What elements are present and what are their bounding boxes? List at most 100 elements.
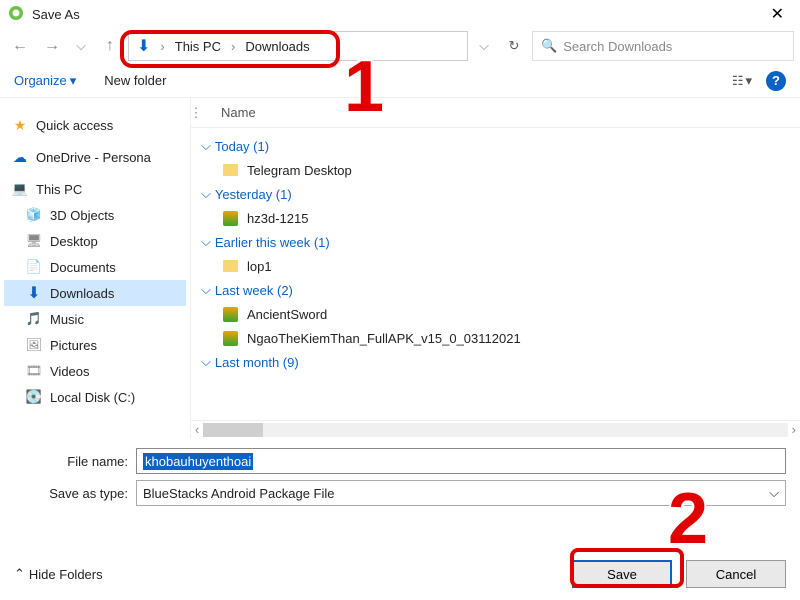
file-name: lop1	[247, 259, 272, 274]
new-folder-button[interactable]: New folder	[104, 73, 166, 88]
sidebar-item-music[interactable]: 🎵 Music	[4, 306, 186, 332]
up-button[interactable]: ↑	[96, 32, 124, 60]
organize-menu[interactable]: Organize ▾	[14, 73, 76, 89]
sidebar-item-videos[interactable]: 🎞 Videos	[4, 358, 186, 384]
file-group-label: Yesterday (1)	[215, 187, 292, 202]
recent-locations-dropdown[interactable]: ⌵	[70, 38, 92, 54]
save-as-type-dropdown[interactable]: BlueStacks Android Package File ⌵	[136, 480, 786, 506]
downloads-icon: ⬇	[26, 285, 42, 301]
sidebar-item-documents[interactable]: 📄Documents	[4, 254, 186, 280]
file-name: NgaoTheKiemThan_FullAPK_v15_0_03112021	[247, 331, 521, 346]
chevron-down-icon: ⌵	[201, 138, 211, 154]
filename-input[interactable]: khobauhuyenthoai	[136, 448, 786, 474]
sidebar-item-label: OneDrive - Persona	[36, 150, 151, 165]
sidebar-item-label: Desktop	[50, 234, 98, 249]
music-icon: 🎵	[26, 311, 42, 327]
sidebar-item-desktop[interactable]: 🖥 Desktop	[4, 228, 186, 254]
apk-icon	[221, 305, 239, 323]
search-icon: 🔍	[541, 38, 557, 54]
chevron-down-icon: ⌵	[201, 282, 211, 298]
search-placeholder: Search Downloads	[563, 39, 672, 54]
desktop-icon: 🖥	[26, 233, 42, 249]
local-disk-c--icon: 💽	[26, 389, 42, 405]
back-button[interactable]: ←	[6, 32, 34, 60]
file-item[interactable]: Telegram Desktop	[199, 158, 792, 182]
pictures-icon: 🖼	[26, 337, 42, 353]
onedrive-persona-icon: ☁	[12, 149, 28, 165]
sidebar-item-label: Videos	[50, 364, 90, 379]
filename-label: File name:	[14, 454, 136, 469]
apk-icon	[221, 209, 239, 227]
this-pc-icon: 💻	[12, 181, 28, 197]
save-button[interactable]: Save	[572, 560, 672, 588]
sidebar-item-label: This PC	[36, 182, 82, 197]
sidebar-item-label: Downloads	[50, 286, 114, 301]
sidebar-item-label: 3D Objects	[50, 208, 114, 223]
save-as-type-label: Save as type:	[14, 486, 136, 501]
title-bar: Save As ✕	[0, 0, 800, 28]
file-group-label: Last week (2)	[215, 283, 293, 298]
hide-folders-toggle[interactable]: ⌃ Hide Folders	[14, 566, 103, 582]
folder-icon	[221, 161, 239, 179]
sidebar-item-pictures[interactable]: 🖼 Pictures	[4, 332, 186, 358]
chevron-down-icon: ⌵	[201, 234, 211, 250]
chevron-down-icon: ⌵	[201, 186, 211, 202]
file-item[interactable]: lop1	[199, 254, 792, 278]
app-icon	[8, 5, 26, 23]
file-item[interactable]: AncientSword	[199, 302, 792, 326]
scrollbar-track[interactable]	[203, 423, 787, 437]
horizontal-scrollbar[interactable]: ‹ ›	[191, 420, 800, 438]
file-group-header[interactable]: ⌵Last month (9)	[199, 350, 792, 374]
chevron-up-icon: ⌃	[14, 566, 25, 582]
address-history-dropdown[interactable]: ⌵	[472, 38, 496, 54]
file-list[interactable]: ⌵Today (1) Telegram Desktop ⌵ Yesterday (1)…	[191, 128, 800, 420]
file-group-header[interactable]: ⌵Earlier this week (1)	[199, 230, 792, 254]
sidebar-item-label: Pictures	[50, 338, 97, 353]
sidebar-item-label: Music	[50, 312, 84, 327]
sidebar-item-onedrive-persona[interactable]: ☁ OneDrive - Persona	[4, 144, 186, 170]
column-header-name[interactable]: Name	[221, 105, 256, 120]
file-group-header[interactable]: ⌵ Last week (2)	[199, 278, 792, 302]
breadcrumb-sep: ›	[231, 39, 235, 54]
close-button[interactable]: ✕	[763, 2, 792, 26]
sidebar-item-3d-objects[interactable]: 🧊 3D Objects	[4, 202, 186, 228]
chevron-down-icon: ▾	[745, 73, 752, 89]
sidebar-item-label: Quick access	[36, 118, 113, 133]
window-title: Save As	[32, 7, 80, 22]
sidebar-item-local-disk-c-[interactable]: 💽Local Disk (C:)	[4, 384, 186, 410]
cancel-button[interactable]: Cancel	[686, 560, 786, 588]
file-item[interactable]: hz3d-1215	[199, 206, 792, 230]
chevron-down-icon: ⌵	[769, 485, 779, 501]
file-item[interactable]: NgaoTheKiemThan_FullAPK_v15_0_03112021	[199, 326, 792, 350]
sidebar-item-downloads[interactable]: ⬇ Downloads	[4, 280, 186, 306]
toolbar: Organize ▾ New folder ☷ ▾ ?	[0, 64, 800, 98]
documents-icon: 📄	[26, 259, 42, 275]
videos-icon: 🎞	[26, 363, 42, 379]
view-icon: ☷	[732, 73, 744, 89]
view-options[interactable]: ☷ ▾	[732, 73, 752, 89]
save-form: File name: khobauhuyenthoai Save as type…	[0, 438, 800, 518]
scroll-right-icon[interactable]: ›	[792, 422, 796, 437]
scrollbar-thumb[interactable]	[203, 423, 263, 437]
filename-value: khobauhuyenthoai	[143, 453, 253, 470]
forward-button[interactable]: →	[38, 32, 66, 60]
dialog-footer: ⌃ Hide Folders Save Cancel	[0, 548, 800, 600]
scroll-left-icon[interactable]: ‹	[195, 422, 199, 437]
file-group-header[interactable]: ⌵Today (1)	[199, 134, 792, 158]
sidebar-item-this-pc[interactable]: 💻 This PC	[4, 176, 186, 202]
breadcrumb-downloads[interactable]: Downloads	[245, 39, 309, 54]
sidebar-item-quick-access[interactable]: ★Quick access	[4, 112, 186, 138]
refresh-button[interactable]: ↻	[500, 32, 528, 60]
file-name: Telegram Desktop	[247, 163, 352, 178]
column-resizer[interactable]: ⋮	[191, 104, 201, 121]
apk-icon	[221, 329, 239, 347]
chevron-down-icon: ▾	[70, 73, 77, 89]
downloads-icon: ⬇	[137, 36, 150, 56]
3d-objects-icon: 🧊	[26, 207, 42, 223]
address-bar[interactable]: ⬇ › This PC › Downloads	[128, 31, 468, 61]
nav-row: ← → ⌵ ↑ ⬇ › This PC › Downloads ⌵ ↻ 🔍 Se…	[0, 28, 800, 64]
search-input[interactable]: 🔍 Search Downloads	[532, 31, 794, 61]
help-button[interactable]: ?	[766, 71, 786, 91]
file-group-header[interactable]: ⌵ Yesterday (1)	[199, 182, 792, 206]
breadcrumb-this-pc[interactable]: This PC	[175, 39, 221, 54]
